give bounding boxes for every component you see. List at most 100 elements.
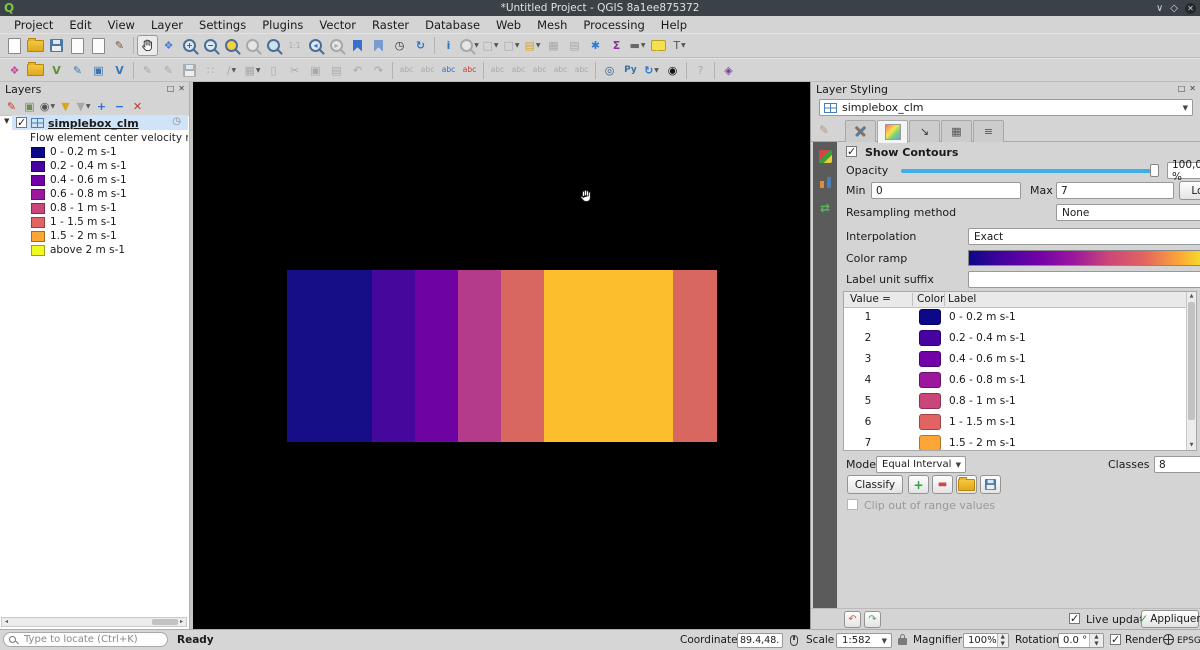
tab-rendering[interactable]: ▦ — [941, 120, 972, 142]
plugin-bug-icon[interactable]: ◉ — [662, 60, 683, 81]
max-input[interactable] — [1056, 182, 1174, 199]
table-row[interactable]: 20.2 - 0.4 m s-1 — [844, 328, 1188, 349]
magnifier-spinbox[interactable]: 100% ▲▼ — [963, 633, 1009, 648]
apply-button[interactable]: ✓ Appliquer — [1141, 610, 1199, 628]
mode-select[interactable]: Equal Interval ▼ — [876, 456, 966, 473]
mesh-calculator-icon[interactable]: ◈ — [718, 60, 739, 81]
undock-panel-icon[interactable]: □ — [1178, 84, 1186, 93]
zoom-in-icon[interactable]: + — [179, 35, 200, 56]
scrollbar-thumb[interactable] — [152, 619, 178, 625]
remove-layer-icon[interactable]: ✕ — [129, 98, 146, 114]
style-manager-icon[interactable]: ✎ — [109, 35, 130, 56]
load-classes-button[interactable] — [956, 475, 977, 494]
label-highlight-icon[interactable]: abc — [459, 60, 480, 81]
menu-layer[interactable]: Layer — [143, 18, 191, 32]
class-color-swatch[interactable] — [919, 435, 941, 451]
close-panel-icon[interactable]: ✕ — [178, 84, 185, 93]
zoom-out-icon[interactable]: − — [200, 35, 221, 56]
new-bookmark-icon[interactable] — [347, 35, 368, 56]
labeling-icon[interactable]: abc — [438, 60, 459, 81]
metasearch-icon[interactable]: ◎ — [599, 60, 620, 81]
spin-arrows-icon[interactable]: ▲▼ — [1089, 634, 1103, 647]
open-attribute-table-icon[interactable]: ▤▼ — [522, 35, 543, 56]
styled-layer-select[interactable]: simplebox_clm ▼ — [819, 99, 1193, 116]
class-color-swatch[interactable] — [919, 414, 941, 430]
menu-vector[interactable]: Vector — [311, 18, 364, 32]
crs-label[interactable]: EPSG:28992 — [1177, 636, 1200, 646]
statistics-panel-icon[interactable]: Σ — [606, 35, 627, 56]
live-update-checkbox[interactable] — [1069, 613, 1080, 624]
table-row[interactable]: 61 - 1.5 m s-1 — [844, 412, 1188, 433]
remove-class-button[interactable]: ▬ — [932, 475, 953, 494]
menu-mesh[interactable]: Mesh — [529, 18, 575, 32]
processing-history-icon[interactable]: ↻▼ — [641, 60, 662, 81]
table-row[interactable]: 50.8 - 1 m s-1 — [844, 391, 1188, 412]
new-spatialite-icon[interactable]: ✎ — [67, 60, 88, 81]
table-row[interactable]: 10 - 0.2 m s-1 — [844, 307, 1188, 328]
menu-database[interactable]: Database — [417, 18, 488, 32]
scroll-down-icon[interactable]: ▼ — [1187, 441, 1196, 450]
col-label[interactable]: Label — [948, 293, 976, 305]
opacity-slider[interactable] — [901, 162, 1159, 178]
locator-input[interactable] — [3, 632, 168, 647]
new-geopackage-icon[interactable] — [25, 60, 46, 81]
classify-button[interactable]: Classify — [847, 475, 903, 494]
zoom-to-layer-icon[interactable] — [263, 35, 284, 56]
load-button[interactable]: Load — [1179, 181, 1200, 200]
new-print-layout-icon[interactable] — [67, 35, 88, 56]
slider-handle[interactable] — [1150, 164, 1159, 177]
layers-horizontal-scrollbar[interactable]: ◂ ▸ — [1, 617, 187, 627]
show-contours-checkbox[interactable] — [846, 146, 857, 157]
menu-web[interactable]: Web — [488, 18, 529, 32]
map-tips-icon[interactable] — [648, 35, 669, 56]
mouse-tracking-icon[interactable] — [790, 635, 798, 646]
label-unit-suffix-input[interactable] — [968, 271, 1200, 288]
classes-spinbox[interactable]: 8 ▲▼ — [1154, 456, 1200, 473]
open-layer-styling-icon[interactable]: ✎ — [3, 98, 20, 114]
new-virtual-layer-icon[interactable]: V — [109, 60, 130, 81]
measure-icon[interactable]: ▬▼ — [627, 35, 648, 56]
manage-themes-icon[interactable]: ◉▼ — [39, 98, 56, 114]
datasource-manager-icon[interactable]: ❖ — [4, 60, 25, 81]
new-shapefile-icon[interactable]: V — [46, 60, 67, 81]
table-row[interactable]: 40.6 - 0.8 m s-1 — [844, 370, 1188, 391]
maximize-icon[interactable]: ◇ — [1170, 3, 1178, 14]
menu-project[interactable]: Project — [6, 18, 61, 32]
menu-settings[interactable]: Settings — [191, 18, 254, 32]
col-color[interactable]: Color — [917, 293, 944, 305]
tab-contours[interactable] — [877, 120, 908, 143]
class-color-swatch[interactable] — [919, 351, 941, 367]
menu-processing[interactable]: Processing — [575, 18, 652, 32]
min-input[interactable] — [871, 182, 1021, 199]
layout-manager-icon[interactable] — [88, 35, 109, 56]
tab-settings[interactable] — [845, 120, 876, 142]
3d-cube-icon[interactable] — [819, 150, 832, 163]
opacity-spinbox[interactable]: 100,0 % ▲▼ — [1167, 162, 1200, 179]
add-group-icon[interactable]: ▣ — [21, 98, 38, 114]
scale-select[interactable]: 1:582 ▼ — [836, 633, 892, 648]
lock-scale-icon[interactable] — [898, 638, 907, 645]
close-panel-icon[interactable]: ✕ — [1189, 84, 1196, 93]
show-bookmarks-icon[interactable] — [368, 35, 389, 56]
tab-averaging[interactable]: ≡ — [973, 120, 1004, 142]
style-redo-button[interactable]: ↷ — [864, 611, 881, 628]
spin-arrows-icon[interactable]: ▲▼ — [997, 634, 1008, 647]
zoom-full-extent-icon[interactable] — [221, 35, 242, 56]
processing-toolbox-icon[interactable]: ✱ — [585, 35, 606, 56]
class-color-swatch[interactable] — [919, 372, 941, 388]
scroll-up-icon[interactable]: ▲ — [1187, 292, 1196, 301]
class-color-swatch[interactable] — [919, 330, 941, 346]
table-row[interactable]: 30.4 - 0.6 m s-1 — [844, 349, 1188, 370]
scroll-left-icon[interactable]: ◂ — [2, 618, 11, 626]
filter-legend-icon[interactable]: ▼ — [57, 98, 74, 114]
style-undo-button[interactable]: ↶ — [844, 611, 861, 628]
menu-help[interactable]: Help — [653, 18, 695, 32]
tab-vectors[interactable]: ↘ — [909, 120, 940, 142]
layer-visibility-checkbox[interactable] — [16, 117, 27, 128]
collapse-all-icon[interactable]: − — [111, 98, 128, 114]
temporal-controller-icon[interactable]: ◷ — [389, 35, 410, 56]
expand-all-icon[interactable]: + — [93, 98, 110, 114]
histogram-icon[interactable] — [819, 176, 832, 188]
coordinate-input[interactable] — [737, 633, 783, 648]
col-value[interactable]: Value = — [850, 293, 891, 305]
